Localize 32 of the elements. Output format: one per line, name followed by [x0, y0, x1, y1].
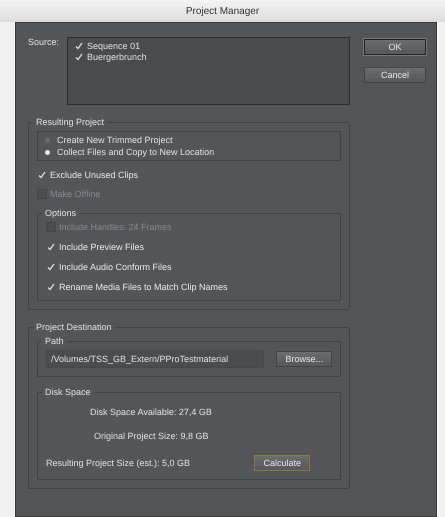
- calculate-button[interactable]: Calculate: [254, 455, 310, 471]
- source-list[interactable]: Sequence 01 Buergerbrunch: [67, 37, 350, 105]
- radio-button[interactable]: [45, 150, 50, 154]
- checkbox-label[interactable]: Include Audio Conform Files: [59, 262, 172, 272]
- checkmark-icon[interactable]: [37, 170, 47, 180]
- source-label: Source:: [28, 37, 60, 49]
- sequence-item[interactable]: Sequence 01: [87, 41, 140, 51]
- group-title: Options: [44, 208, 78, 218]
- group-title: Disk Space: [44, 387, 92, 397]
- group-title: Path: [44, 336, 65, 346]
- checkbox-label[interactable]: Exclude Unused Clips: [50, 170, 138, 180]
- group-title: Project Destination: [35, 322, 113, 332]
- group-title: Resulting Project: [35, 117, 106, 127]
- radio-label[interactable]: Collect Files and Copy to New Location: [57, 147, 214, 157]
- checkmark-icon[interactable]: [74, 52, 84, 62]
- ok-button[interactable]: OK: [364, 39, 426, 55]
- checkmark-icon[interactable]: [46, 242, 56, 252]
- size-text: Disk Space Available: 27,4 GB: [90, 407, 212, 417]
- checkmark-icon[interactable]: [46, 282, 56, 292]
- sequence-item[interactable]: Buergerbrunch: [87, 52, 147, 62]
- size-text: Original Project Size: 9,8 GB: [94, 431, 209, 441]
- cancel-button[interactable]: Cancel: [364, 67, 426, 83]
- checkbox-label[interactable]: Include Preview Files: [59, 242, 144, 252]
- checkmark-icon[interactable]: [74, 41, 84, 51]
- checkmark-icon[interactable]: [46, 262, 56, 272]
- radio-label[interactable]: Create New Trimmed Project: [57, 135, 173, 145]
- window-title: Project Manager: [186, 6, 260, 16]
- size-text: Resulting Project Size (est.): 5,0 GB: [46, 458, 190, 468]
- radio-button[interactable]: [45, 138, 50, 142]
- browse-button[interactable]: Browse...: [276, 351, 332, 367]
- path-field[interactable]: /Volumes/TSS_GB_Extern/PProTestmaterial: [46, 350, 264, 368]
- checkbox-label[interactable]: Rename Media Files to Match Clip Names: [59, 282, 228, 292]
